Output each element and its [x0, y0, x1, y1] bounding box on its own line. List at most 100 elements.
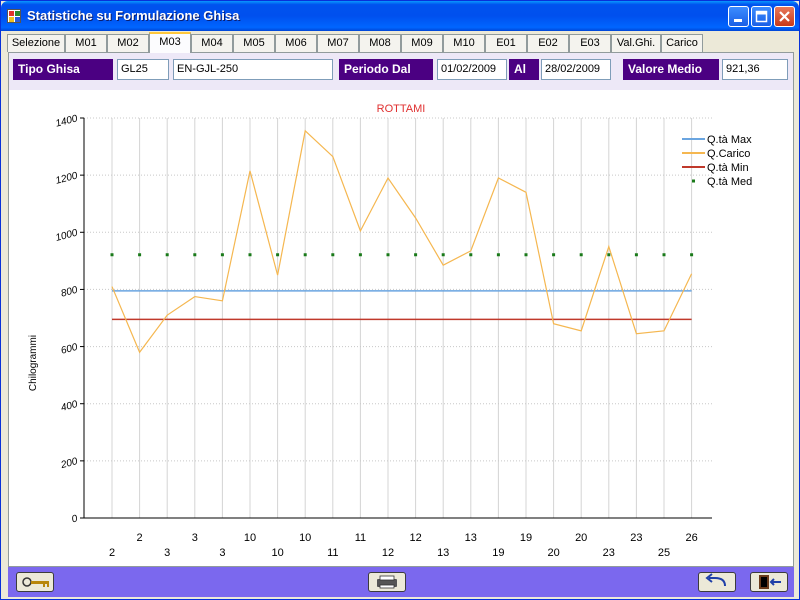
series-q-t-med-point [552, 253, 556, 257]
tab-m06[interactable]: M06 [275, 34, 317, 52]
tipo-ghisa-desc-field[interactable]: EN-GJL-250 [173, 59, 333, 80]
x-tick-label: 2 [137, 532, 143, 544]
x-tick-label: 25 [658, 547, 670, 559]
series-q-t-med-point [496, 253, 500, 257]
series-q-t-med-point [579, 253, 583, 257]
y-tick-label: 200 [59, 456, 79, 471]
series-q-t-med-point [662, 253, 666, 257]
tab-val-ghi[interactable]: Val.Ghi. [611, 34, 661, 52]
tab-e01[interactable]: E01 [485, 34, 527, 52]
valore-medio-label: Valore Medio [623, 59, 719, 80]
tipo-ghisa-code-field[interactable]: GL25 [117, 59, 169, 80]
al-date-field[interactable]: 28/02/2009 [541, 59, 611, 80]
maximize-icon [755, 10, 768, 23]
x-tick-label: 3 [164, 547, 170, 559]
chart-grid [84, 117, 712, 518]
minimize-icon [734, 19, 742, 22]
series-q-t-med-point [469, 253, 473, 257]
x-tick-labels: 2 3 10 10 11 12 13 19 20 23 262 3 3 10 11 12 13 19 20 23 25 [109, 532, 698, 559]
chart-axes [80, 117, 712, 519]
exit-door-icon [759, 575, 781, 589]
tab-m03[interactable]: M03 [149, 32, 191, 53]
series-q-t-med-point [110, 253, 114, 257]
periodo-dal-label: Periodo Dal [339, 59, 433, 80]
printer-icon [377, 575, 397, 589]
title-bar[interactable]: Statistiche su Formulazione Ghisa [1, 1, 799, 31]
x-tick-label: 11 [327, 547, 338, 559]
app-window: Statistiche su Formulazione Ghisa Selezi… [0, 0, 800, 600]
series-q-t-med-point [220, 253, 224, 257]
tab-m10[interactable]: M10 [443, 34, 485, 52]
x-tick-label: 13 [465, 532, 477, 544]
tab-m07[interactable]: M07 [317, 34, 359, 52]
x-tick-label: 20 [547, 547, 559, 559]
x-tick-label: 10 [299, 532, 311, 544]
tab-selezione[interactable]: Selezione [7, 34, 65, 52]
key-button[interactable] [16, 572, 54, 592]
close-icon [779, 11, 790, 22]
tab-m01[interactable]: M01 [65, 34, 107, 52]
minimize-button[interactable] [728, 6, 749, 27]
valore-medio-field: 921,36 [722, 59, 788, 80]
series-q-t-med-point [276, 253, 280, 257]
y-tick-label: 0 [71, 513, 80, 525]
y-tick-label: 400 [60, 399, 79, 414]
series-q-t-med-point [165, 253, 169, 257]
series-q-t-med-point [248, 253, 252, 257]
series-q-t-med-point [634, 253, 638, 257]
tab-e03[interactable]: E03 [569, 34, 611, 52]
app-icon[interactable] [7, 9, 21, 23]
tab-carico[interactable]: Carico [661, 34, 703, 52]
exit-button[interactable] [750, 572, 788, 592]
x-tick-label: 19 [520, 532, 532, 544]
tab-m04[interactable]: M04 [191, 34, 233, 52]
tab-m02[interactable]: M02 [107, 34, 149, 52]
series-q-t-med-point [690, 253, 694, 257]
series-q-t-med-point [386, 253, 390, 257]
x-tick-label: 10 [271, 547, 283, 559]
x-tick-label: 12 [409, 532, 421, 544]
series-q-t-med-point [414, 253, 418, 257]
tab-e02[interactable]: E02 [527, 34, 569, 52]
x-tick-label: 10 [244, 532, 256, 544]
series-q-t-med-point [607, 253, 611, 257]
y-tick-label: 1000 [54, 227, 79, 243]
legend-q-t-min-label: Q.tà Min [707, 162, 749, 174]
series-q-t-med-point [193, 253, 197, 257]
undo-button[interactable] [698, 572, 736, 592]
y-tick-label: 1200 [54, 170, 79, 186]
x-tick-label: 19 [492, 547, 504, 559]
chart-legend: Q.tà Max Q.Carico Q.tà Min Q.tà Med [682, 134, 752, 188]
x-tick-label: 13 [437, 547, 449, 559]
close-button[interactable] [774, 6, 795, 27]
legend-q-t-max-label: Q.tà Max [707, 134, 752, 146]
x-tick-label: 11 [355, 532, 366, 544]
tab-strip: Selezione M01 M02 M03 M04 M05 M06 M07 M08 M09 M10 E… [7, 32, 797, 53]
x-tick-label: 23 [630, 532, 642, 544]
x-tick-label: 23 [603, 547, 615, 559]
x-tick-label: 3 [219, 547, 225, 559]
x-tick-label: 26 [685, 532, 697, 544]
filter-bar: Tipo Ghisa GL25 EN-GJL-250 Periodo Dal 0… [9, 53, 793, 90]
maximize-button[interactable] [751, 6, 772, 27]
legend-q-t-med-swatch [692, 179, 695, 183]
tab-m08[interactable]: M08 [359, 34, 401, 52]
x-tick-label: 12 [382, 547, 394, 559]
chart-title: ROTTAMI [377, 103, 426, 115]
al-label: Al [509, 59, 539, 80]
y-tick-label: 600 [60, 342, 79, 357]
tab-m05[interactable]: M05 [233, 34, 275, 52]
x-tick-label: 20 [575, 532, 587, 544]
undo-arrow-icon [705, 573, 726, 587]
series-q-t-med-point [138, 253, 142, 257]
series-q-t-med-point [524, 253, 528, 257]
tab-m09[interactable]: M09 [401, 34, 443, 52]
chart-series [110, 129, 694, 354]
print-button[interactable] [368, 572, 406, 592]
series-q-t-med-point [358, 253, 362, 257]
y-tick-label: 800 [60, 285, 79, 300]
periodo-dal-field[interactable]: 01/02/2009 [437, 59, 507, 80]
y-tick-label: 1400 [54, 113, 79, 129]
y-tick-labels: 0 200 400 600 800 1000 1200 1400 [54, 113, 79, 525]
series-q-t-med-point [441, 253, 445, 257]
